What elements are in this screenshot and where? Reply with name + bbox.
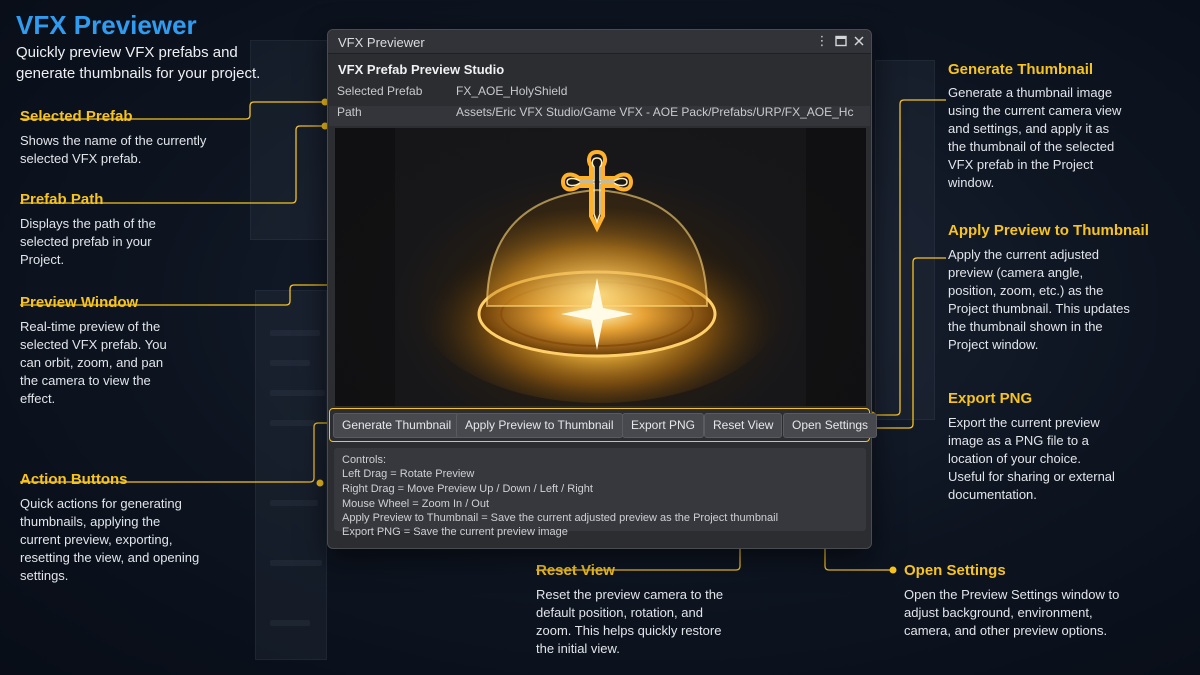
studio-title: VFX Prefab Preview Studio [338, 62, 505, 77]
backdrop-line [270, 360, 310, 366]
window-title: VFX Previewer [338, 35, 425, 50]
maximize-icon[interactable] [833, 33, 849, 49]
annotation-text-open-settings: Open the Preview Settings window to adju… [904, 587, 1120, 638]
controls-line: Right Drag = Move Preview Up / Down / Le… [342, 483, 593, 495]
annotation-text-apply-preview: Apply the current adjusted preview (came… [948, 247, 1130, 352]
backdrop-line [270, 330, 320, 336]
vfx-previewer-window: VFX Previewer ⋮ VFX Prefab Preview Studi… [327, 29, 878, 549]
annotation-text-prefab-path: Displays the path of the selected prefab… [20, 216, 156, 267]
annotation-title-generate-thumbnail: Generate Thumbnail [948, 61, 1094, 78]
annotation-text-preview-window: Real-time preview of the selected VFX pr… [20, 319, 167, 406]
selected-prefab-value: FX_AOE_HolyShield [456, 84, 568, 98]
annotation-text-action-buttons: Quick actions for generating thumbnails,… [20, 496, 200, 583]
controls-help-panel: Controls: Left Drag = Rotate Preview Rig… [334, 448, 866, 538]
controls-line: Apply Preview to Thumbnail = Save the cu… [342, 512, 779, 524]
annotation-title-action-buttons: Action Buttons [20, 471, 128, 488]
kebab-menu-icon[interactable]: ⋮ [814, 33, 830, 49]
selected-prefab-label: Selected Prefab [337, 84, 423, 98]
annotation-title-apply-preview: Apply Preview to Thumbnail [948, 222, 1149, 239]
controls-line: Export PNG = Save the current preview im… [342, 526, 568, 538]
backdrop-line [270, 620, 310, 626]
annotation-text-export-png: Export the current preview image as a PN… [948, 415, 1115, 502]
annotation-title-selected-prefab: Selected Prefab [20, 108, 133, 125]
generate-thumbnail-button[interactable]: Generate Thumbnail [333, 413, 461, 438]
backdrop-line [270, 420, 315, 426]
page-subtitle: Quickly preview VFX prefabs and generate… [16, 44, 261, 82]
backdrop-line [270, 500, 318, 506]
controls-heading: Controls: [342, 454, 387, 466]
open-settings-button[interactable]: Open Settings [783, 413, 878, 438]
backdrop-panel [255, 290, 327, 660]
holy-shield-effect [420, 149, 780, 403]
controls-line: Left Drag = Rotate Preview [342, 468, 475, 480]
backdrop-panel [875, 60, 935, 420]
annotation-text-generate-thumbnail: Generate a thumbnail image using the cur… [948, 85, 1122, 190]
annotation-title-prefab-path: Prefab Path [20, 191, 104, 208]
reset-view-button[interactable]: Reset View [704, 413, 783, 438]
annotation-text-reset-view: Reset the preview camera to the default … [536, 587, 724, 656]
controls-line: Mouse Wheel = Zoom In / Out [342, 498, 490, 510]
path-label: Path [337, 105, 362, 119]
page-title: VFX Previewer [16, 10, 197, 40]
export-png-button[interactable]: Export PNG [622, 413, 705, 438]
path-value: Assets/Eric VFX Studio/Game VFX - AOE Pa… [456, 105, 854, 119]
action-buttons-bar: Generate Thumbnail Apply Preview to Thum… [329, 408, 878, 442]
apply-preview-button[interactable]: Apply Preview to Thumbnail [456, 413, 623, 438]
annotation-title-reset-view: Reset View [536, 562, 615, 579]
annotation-title-preview-window: Preview Window [20, 294, 139, 311]
backdrop-line [270, 560, 322, 566]
annotation-text-selected-prefab: Shows the name of the currently selected… [20, 133, 207, 166]
close-icon[interactable] [851, 33, 867, 49]
preview-viewport[interactable] [335, 128, 866, 406]
annotation-title-export-png: Export PNG [948, 390, 1033, 407]
backdrop-line [270, 390, 325, 396]
annotation-title-open-settings: Open Settings [904, 562, 1006, 579]
window-titlebar[interactable]: VFX Previewer ⋮ [328, 30, 871, 54]
